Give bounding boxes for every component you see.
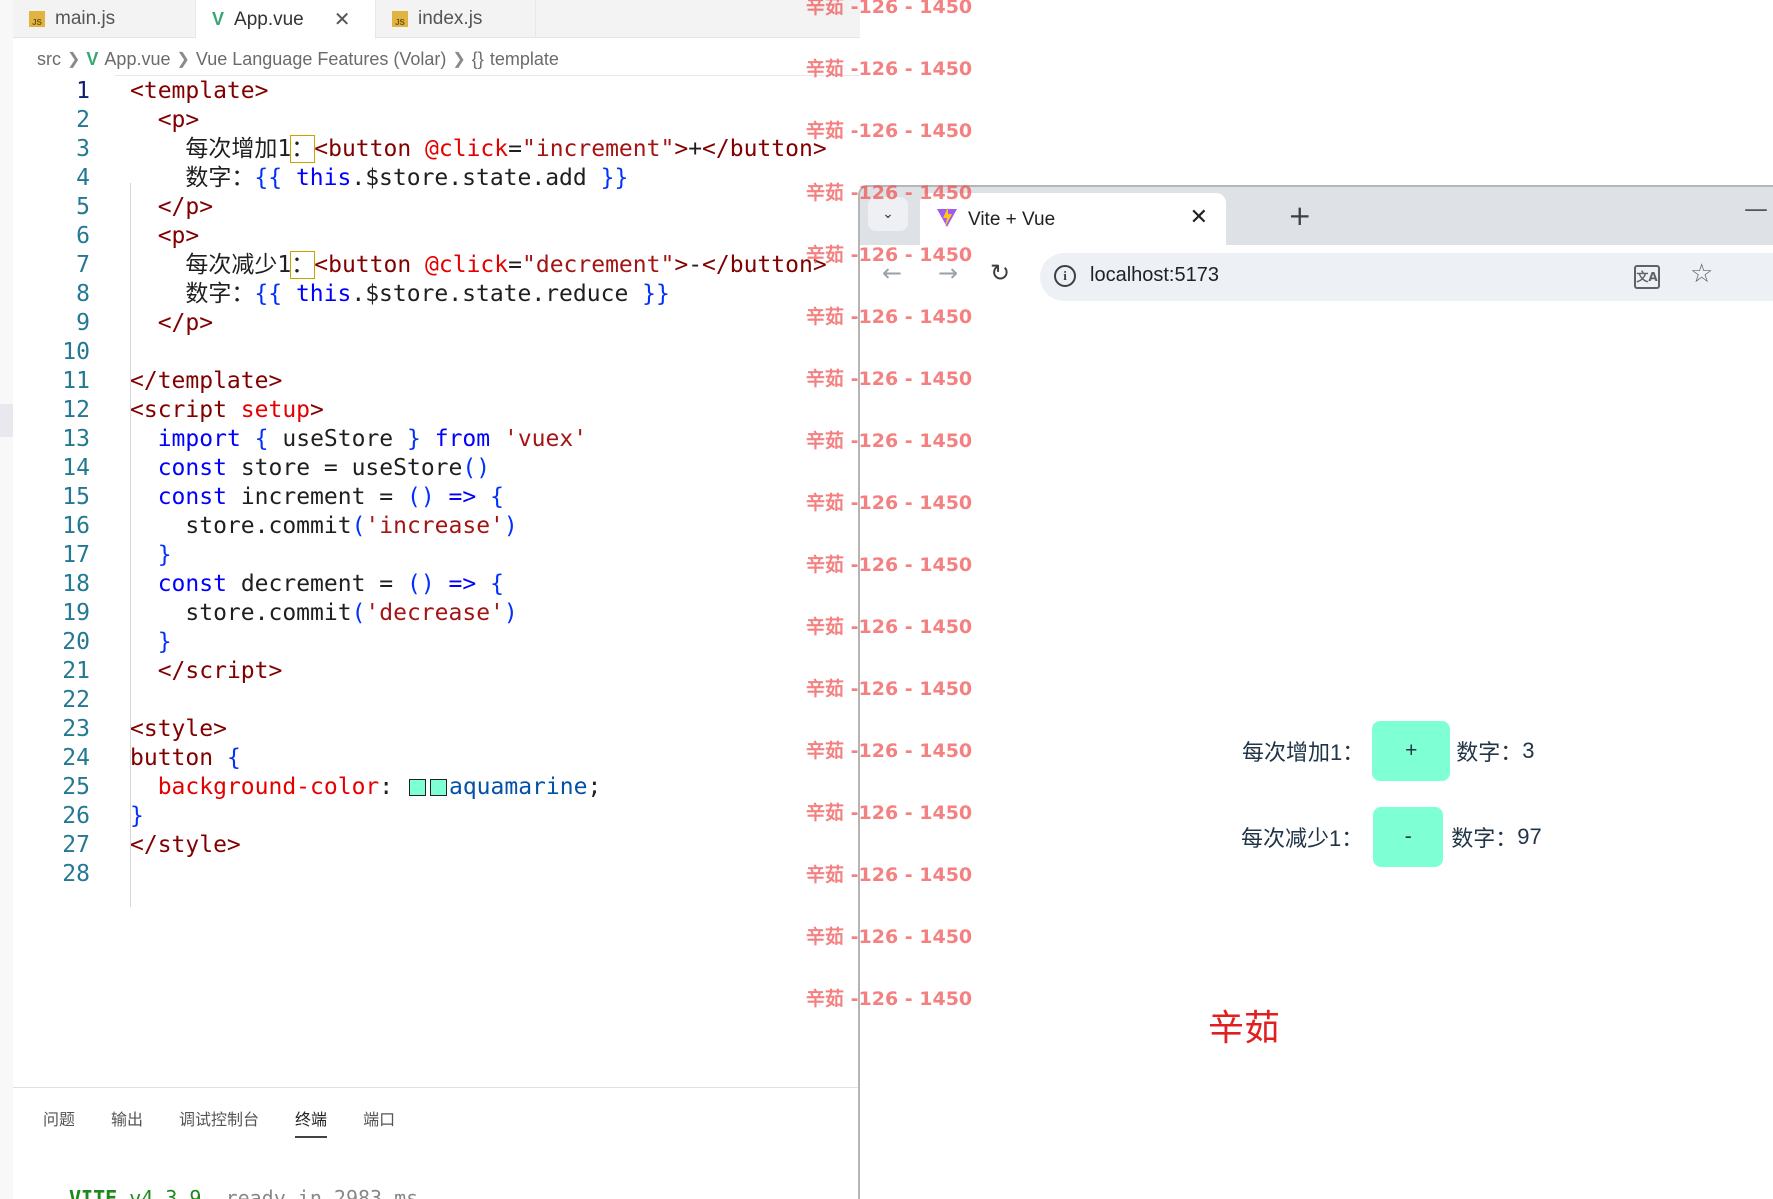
close-icon[interactable]: ✕ — [1190, 205, 1208, 230]
browser-title-bar: ⌄ Vite + Vue ✕ + — — [860, 187, 1773, 245]
translate-icon[interactable]: 文A — [1634, 265, 1660, 289]
tab-label: main.js — [55, 8, 116, 29]
braces-icon: {} — [471, 48, 484, 69]
increment-label: 每次增加1： — [1242, 740, 1365, 765]
tab-label: App.vue — [234, 8, 304, 30]
decrement-button[interactable]: - — [1373, 807, 1444, 867]
chevron-right-icon: ❯ — [176, 51, 190, 68]
bookmark-star-icon[interactable]: ☆ — [1690, 259, 1713, 289]
increment-button[interactable]: + — [1372, 721, 1451, 781]
browser-toolbar: ← → ↻ i localhost:5173 文A ☆ — [860, 245, 1773, 307]
tab-index-js[interactable]: JS index.js — [376, 0, 536, 38]
line-number: 28 — [62, 861, 90, 887]
js-file-icon: JS — [392, 11, 408, 27]
panel-tabs: 问题 输出 调试控制台 终端 端口 — [43, 1106, 395, 1138]
breadcrumb-file[interactable]: App.vue — [104, 49, 170, 70]
tab-label: index.js — [418, 8, 483, 29]
add-label: 数字： — [1456, 740, 1523, 765]
new-tab-icon[interactable]: + — [1288, 199, 1311, 232]
page-viewport: 每次增加1： + 数字： 3 每次减少1： - 数字： 97 辛茹 — [860, 307, 1773, 1199]
increment-row: 每次增加1： + 数字： 3 — [1242, 721, 1535, 781]
tab-problems[interactable]: 问题 — [43, 1106, 75, 1138]
breadcrumb: src ❯ V App.vue ❯ Vue Language Features … — [37, 46, 559, 72]
url-text: localhost:5173 — [1090, 264, 1219, 286]
breadcrumb-folder[interactable]: src — [37, 49, 61, 70]
vue-file-icon: V — [86, 48, 99, 69]
color-swatch[interactable] — [429, 779, 447, 796]
tab-debug-console[interactable]: 调试控制台 — [179, 1106, 259, 1138]
browser-tab-title: Vite + Vue — [968, 209, 1056, 230]
editor-tab-bar: JS main.js V App.vue ✕ JS index.js — [13, 0, 860, 39]
tab-output[interactable]: 输出 — [111, 1106, 143, 1138]
tab-main-js[interactable]: JS main.js — [13, 0, 196, 38]
browser-tab[interactable]: Vite + Vue ✕ — [920, 193, 1226, 245]
minimize-icon[interactable]: — — [1744, 195, 1768, 223]
back-arrow-icon[interactable]: ← — [882, 259, 902, 287]
address-bar[interactable]: i localhost:5173 文A ☆ — [1040, 253, 1773, 301]
terminal-status: ready in 2983 ms — [225, 1186, 419, 1199]
reduce-value: 97 — [1517, 824, 1542, 849]
author-signature: 辛茹 — [1208, 1008, 1281, 1049]
breadcrumb-extension[interactable]: Vue Language Features (Volar) — [196, 49, 447, 70]
chevron-right-icon: ❯ — [67, 51, 81, 68]
tab-terminal[interactable]: 终端 — [295, 1106, 328, 1138]
vue-file-icon: V — [212, 9, 225, 29]
forward-arrow-icon[interactable]: → — [938, 259, 958, 287]
browser-window: ⌄ Vite + Vue ✕ + — ← → ↻ i localhost:517… — [858, 185, 1773, 1199]
vite-favicon-icon — [937, 207, 957, 227]
bottom-panel: 问题 输出 调试控制台 终端 端口 VITE v4.3.9 ready in 2… — [13, 1087, 860, 1199]
vite-version: v4.3.9 — [129, 1186, 202, 1199]
decrement-row: 每次减少1： - 数字： 97 — [1241, 807, 1542, 867]
code-line: 28 — [0, 858, 860, 891]
site-info-icon[interactable]: i — [1054, 265, 1076, 287]
reduce-label: 数字： — [1451, 826, 1518, 851]
reload-icon[interactable]: ↻ — [990, 259, 1010, 287]
color-swatch[interactable] — [408, 779, 426, 796]
vite-label: VITE — [69, 1186, 118, 1199]
add-value: 3 — [1522, 738, 1535, 763]
close-icon[interactable]: ✕ — [334, 7, 351, 32]
tab-app-vue[interactable]: V App.vue ✕ — [196, 0, 376, 39]
tab-ports[interactable]: 端口 — [363, 1106, 395, 1138]
js-file-icon: JS — [29, 11, 45, 27]
breadcrumb-symbol[interactable]: template — [490, 49, 559, 70]
tab-search-icon[interactable]: ⌄ — [868, 197, 908, 231]
chevron-right-icon: ❯ — [452, 51, 466, 68]
decrement-label: 每次减少1： — [1241, 826, 1364, 851]
terminal-output[interactable]: VITE v4.3.9 ready in 2983 ms — [69, 1186, 418, 1199]
